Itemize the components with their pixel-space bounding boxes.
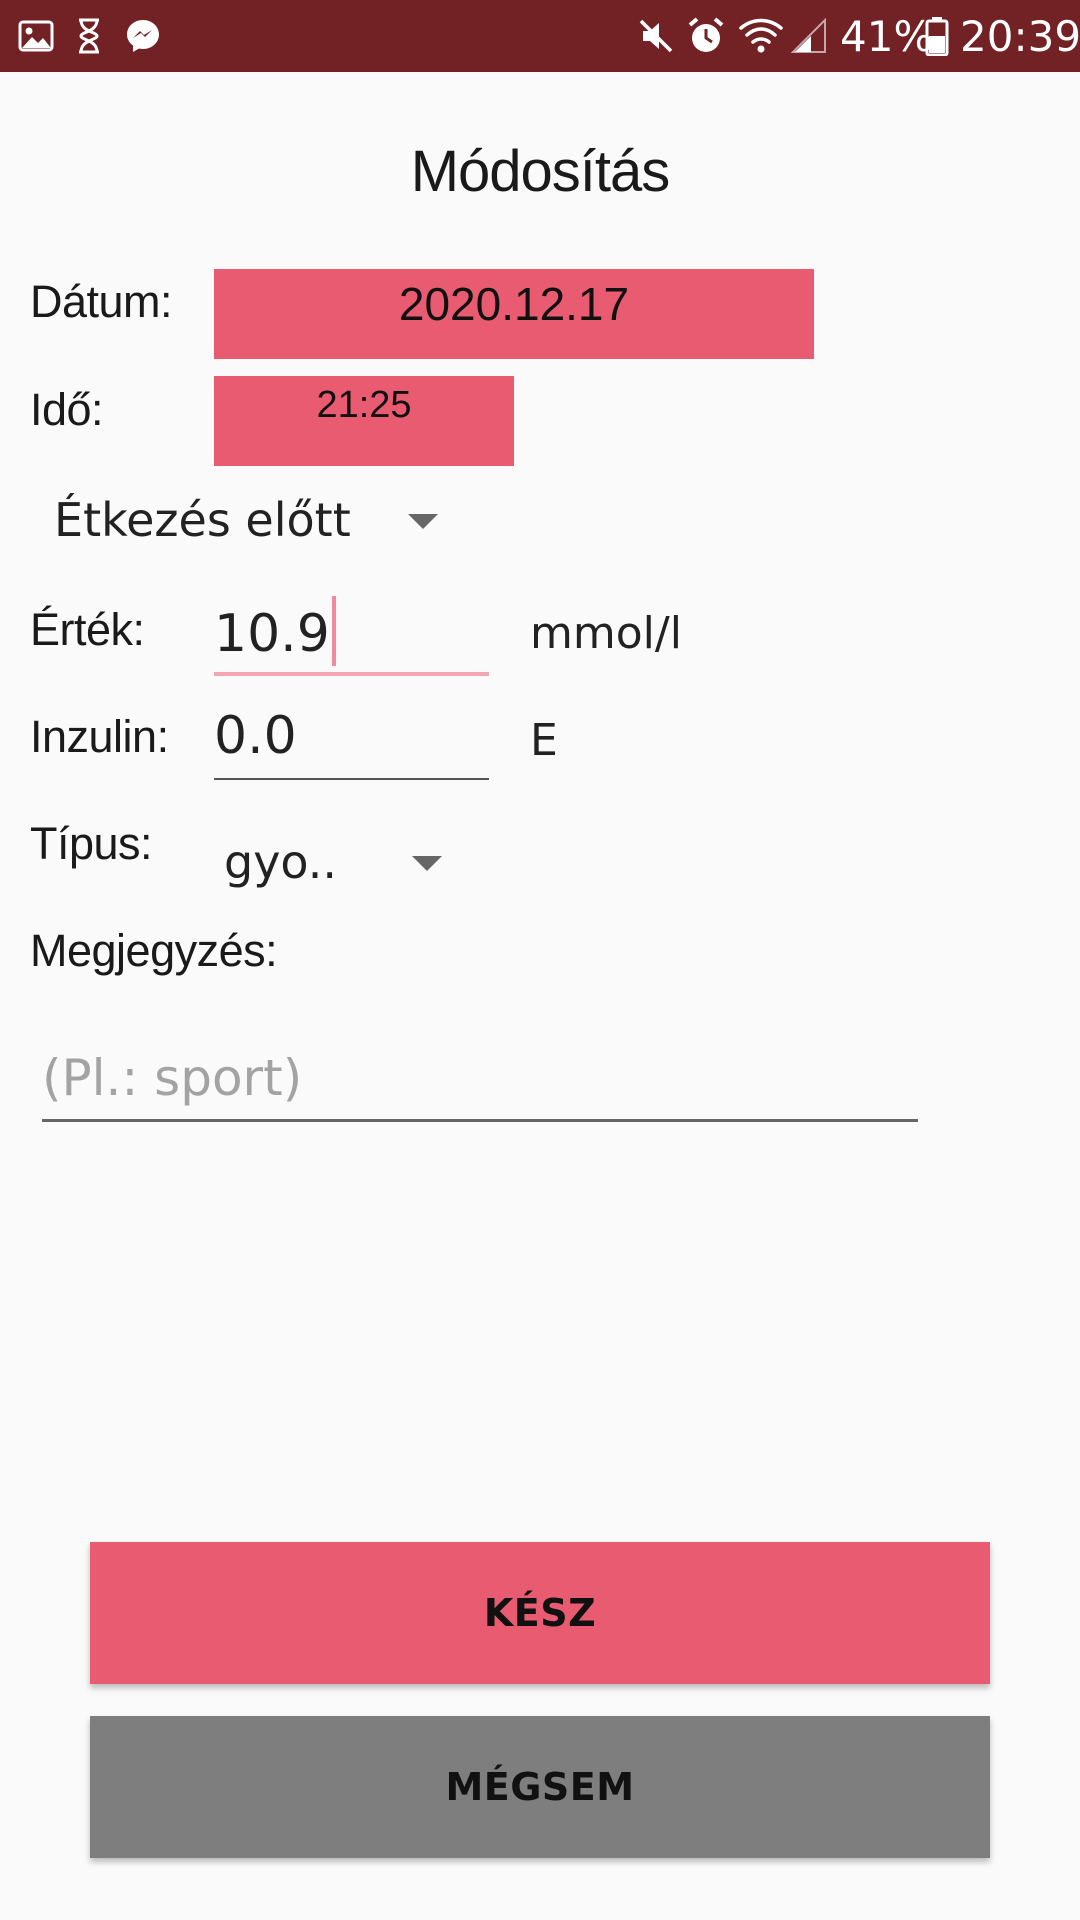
battery-icon — [924, 0, 950, 72]
type-label: Típus: — [30, 818, 153, 869]
date-value: 2020.12.17 — [398, 278, 630, 330]
done-button-label: KÉSZ — [483, 1591, 597, 1635]
text-cursor — [331, 596, 336, 666]
insulin-label: Inzulin: — [30, 711, 169, 762]
mute-icon — [636, 0, 676, 72]
done-button[interactable]: KÉSZ — [90, 1542, 990, 1684]
note-label: Megjegyzés: — [30, 925, 278, 976]
battery-percent: 41% — [840, 11, 934, 61]
meal-timing-dropdown[interactable]: Étkezés előtt — [54, 488, 454, 552]
hourglass-icon — [74, 0, 104, 72]
date-label: Dátum: — [30, 276, 173, 327]
cancel-button-label: MÉGSEM — [445, 1765, 635, 1809]
alarm-icon — [684, 0, 728, 72]
time-label: Idő: — [30, 384, 104, 435]
cancel-button[interactable]: MÉGSEM — [90, 1716, 990, 1858]
glucose-value-input[interactable]: 10.9 — [214, 590, 489, 676]
page-title: Módosítás — [410, 139, 671, 204]
chevron-down-icon — [408, 514, 438, 529]
wifi-icon — [738, 0, 784, 72]
messenger-icon — [122, 0, 164, 72]
time-value: 21:25 — [316, 384, 412, 426]
clock: 20:39 — [960, 11, 1080, 61]
note-placeholder: (Pl.: sport) — [42, 1049, 303, 1107]
insulin-value-text: 0.0 — [214, 706, 297, 766]
chevron-down-icon — [412, 856, 442, 871]
value-label: Érték: — [30, 604, 145, 655]
time-picker-button[interactable]: 21:25 — [214, 376, 514, 466]
edit-screen: 41% 20:39 Módosítás Dátum: 2020.12.17 Id… — [0, 0, 1080, 1920]
meal-timing-selected: Étkezés előtt — [54, 493, 351, 547]
date-picker-button[interactable]: 2020.12.17 — [214, 269, 814, 359]
note-input[interactable]: (Pl.: sport) — [42, 1040, 918, 1122]
insulin-unit: E — [530, 715, 558, 766]
status-bar: 41% 20:39 — [0, 0, 1080, 72]
signal-icon — [790, 0, 828, 72]
insulin-type-dropdown[interactable]: gyo.. — [224, 830, 454, 894]
gallery-icon — [14, 0, 58, 72]
glucose-unit: mmol/l — [530, 608, 682, 659]
glucose-value-text: 10.9 — [214, 604, 330, 664]
insulin-type-selected: gyo.. — [224, 835, 338, 889]
insulin-input[interactable]: 0.0 — [214, 694, 489, 780]
